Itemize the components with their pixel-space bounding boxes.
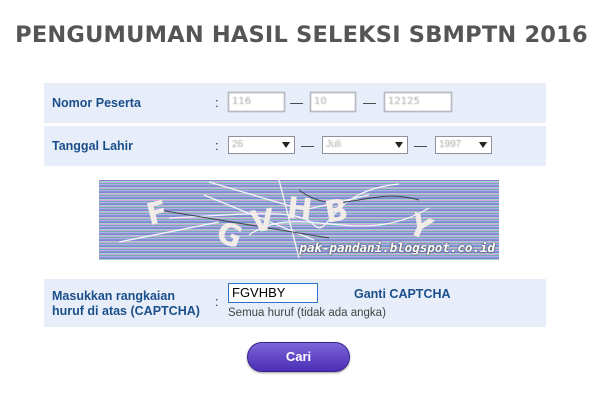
nomor-peserta-part2-input[interactable]: 10	[310, 92, 356, 112]
chevron-down-icon	[395, 142, 403, 148]
tanggal-lahir-label: Tanggal Lahir	[52, 139, 134, 153]
captcha-hint: Semua huruf (tidak ada angka)	[228, 307, 386, 319]
colon: :	[215, 95, 219, 110]
chevron-down-icon	[479, 142, 487, 148]
dash-separator: —	[363, 95, 376, 110]
day-select-value: 26	[232, 139, 244, 150]
captcha-label: Masukkan rangkaian huruf di atas (CAPTCH…	[52, 289, 200, 319]
colon: :	[215, 294, 219, 309]
day-select[interactable]: 26	[228, 136, 295, 154]
month-select[interactable]: Juli	[322, 136, 408, 154]
nomor-peserta-row: Nomor Peserta : 116 — 10 — 12125	[44, 83, 546, 123]
captcha-label-line1: Masukkan rangkaian	[52, 289, 175, 303]
dash-separator: —	[414, 138, 427, 153]
month-select-value: Juli	[326, 139, 342, 150]
captcha-char: V	[248, 202, 277, 241]
captcha-watermark: pak-pandani.blogspot.co.id	[299, 240, 495, 255]
tanggal-lahir-row: Tanggal Lahir : 26 — Juli — 1997	[44, 126, 546, 166]
year-select[interactable]: 1997	[435, 136, 492, 154]
dash-separator: —	[301, 138, 314, 153]
captcha-char: H	[285, 190, 314, 229]
nomor-peserta-part3-input[interactable]: 12125	[384, 92, 452, 112]
captcha-input[interactable]: FGVHBY	[228, 283, 318, 303]
captcha-image: F G V H B Y pak-pandani.blogspot.co.id	[99, 180, 499, 260]
dash-separator: —	[290, 95, 303, 110]
nomor-peserta-label: Nomor Peserta	[52, 96, 141, 110]
year-select-value: 1997	[439, 139, 462, 150]
nomor-peserta-part1-input[interactable]: 116	[228, 92, 285, 112]
page-title: PENGUMUMAN HASIL SELEKSI SBMPTN 2016	[15, 22, 588, 48]
chevron-down-icon	[282, 142, 290, 148]
cari-button[interactable]: Cari	[247, 342, 350, 372]
captcha-row: Masukkan rangkaian huruf di atas (CAPTCH…	[44, 279, 546, 327]
captcha-label-line2: huruf di atas (CAPTCHA)	[52, 304, 200, 318]
colon: :	[215, 138, 219, 153]
ganti-captcha-link[interactable]: Ganti CAPTCHA	[354, 287, 451, 301]
